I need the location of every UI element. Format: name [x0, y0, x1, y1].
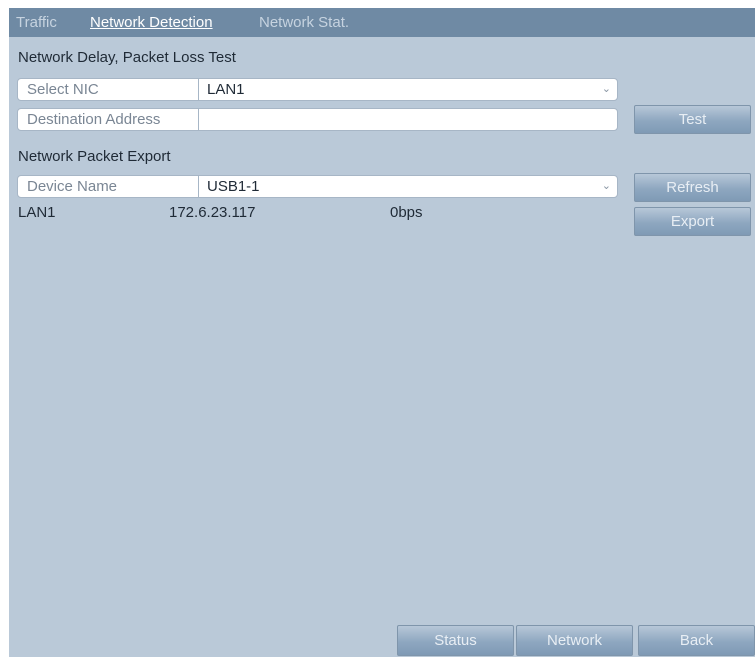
export-button[interactable]: Export — [634, 207, 751, 236]
interface-rate: 0bps — [390, 204, 423, 221]
back-button[interactable]: Back — [638, 625, 755, 656]
test-button[interactable]: Test — [634, 105, 751, 134]
destination-address-label: Destination Address — [18, 109, 199, 130]
chevron-down-icon[interactable]: ⌄ — [602, 176, 611, 197]
destination-address-input[interactable] — [200, 109, 593, 130]
tab-network-stat[interactable]: Network Stat. — [259, 14, 349, 32]
packet-export-title: Network Packet Export — [18, 148, 171, 165]
select-nic-dropdown[interactable]: LAN1 — [200, 79, 593, 100]
refresh-button[interactable]: Refresh — [634, 173, 751, 202]
select-nic-row: Select NIC LAN1 ⌄ — [17, 78, 618, 101]
interface-ip: 172.6.23.117 — [169, 204, 256, 221]
network-detection-window: Traffic Network Detection Network Stat. … — [9, 8, 755, 657]
device-name-dropdown[interactable]: USB1-1 — [200, 176, 593, 197]
device-name-row: Device Name USB1-1 ⌄ — [17, 175, 618, 198]
select-nic-label: Select NIC — [18, 79, 199, 100]
destination-address-row: Destination Address — [17, 108, 618, 131]
tab-network-detection[interactable]: Network Detection — [90, 14, 213, 32]
interface-name: LAN1 — [18, 204, 56, 221]
chevron-down-icon[interactable]: ⌄ — [602, 79, 611, 100]
network-button[interactable]: Network — [516, 625, 633, 656]
device-name-label: Device Name — [18, 176, 199, 197]
tab-traffic[interactable]: Traffic — [16, 14, 57, 32]
status-button[interactable]: Status — [397, 625, 514, 656]
delay-test-title: Network Delay, Packet Loss Test — [18, 49, 236, 66]
tab-bar: Traffic Network Detection Network Stat. — [9, 8, 755, 37]
